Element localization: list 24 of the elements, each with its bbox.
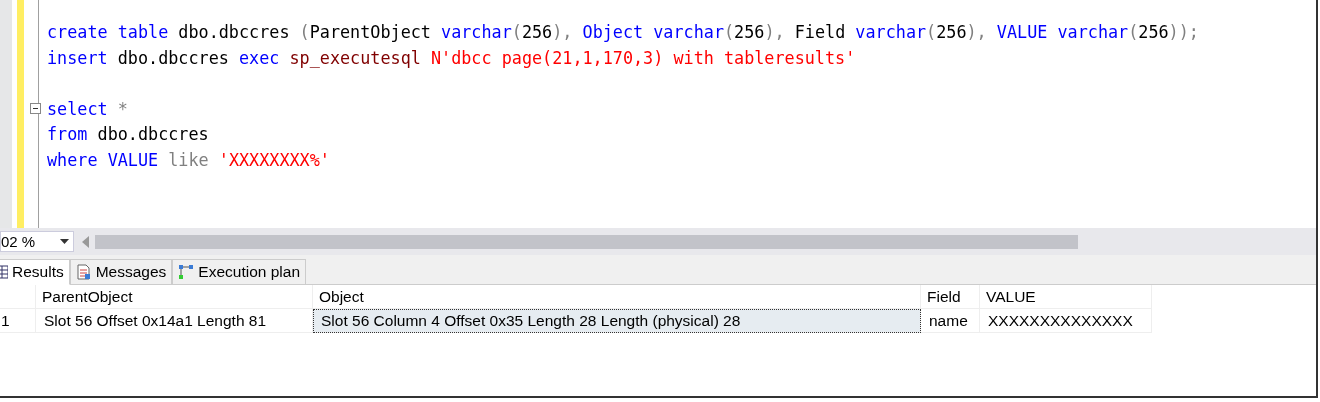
results-tab[interactable]: Results [0, 259, 70, 285]
column-header[interactable]: Field [921, 285, 980, 309]
table-cell: name [921, 309, 980, 333]
column-header[interactable]: ParentObject [36, 285, 313, 309]
code-line: insert dbo.dbccres exec sp_executesql N'dbcc page(21,1,170,3) with tableresults' [47, 47, 856, 68]
scrollbar-thumb[interactable] [95, 234, 1078, 249]
table-cell: XXXXXXXXXXXXXX [980, 309, 1152, 333]
results-tab[interactable]: Execution plan [172, 259, 307, 284]
collapse-icon[interactable] [30, 102, 41, 114]
execution-plan-icon [178, 264, 195, 280]
row-number: 1 [0, 309, 36, 333]
document-icon [75, 264, 92, 280]
code-line: where VALUE like 'XXXXXXXX%' [47, 149, 330, 170]
code-line: select * [47, 98, 128, 119]
caret-icon [60, 239, 69, 244]
table-cell: Slot 56 Offset 0x14a1 Length 81 [36, 309, 313, 333]
zoom-dropdown[interactable]: 02 % [0, 231, 74, 252]
column-header[interactable]: VALUE [980, 285, 1152, 309]
grid-icon [0, 265, 8, 279]
code-line: create table dbo.dbccres (ParentObject varchar(256), Object varchar(256), Field varchar(256), VALUE varchar(256)); [47, 22, 1199, 42]
scroll-left-icon[interactable] [82, 235, 89, 248]
code-line: from dbo.dbccres [47, 124, 209, 145]
results-tab[interactable]: Messages [69, 259, 173, 284]
table-cell: Slot 56 Column 4 Offset 0x35 Length 28 Length (physical) 28 [313, 309, 921, 333]
